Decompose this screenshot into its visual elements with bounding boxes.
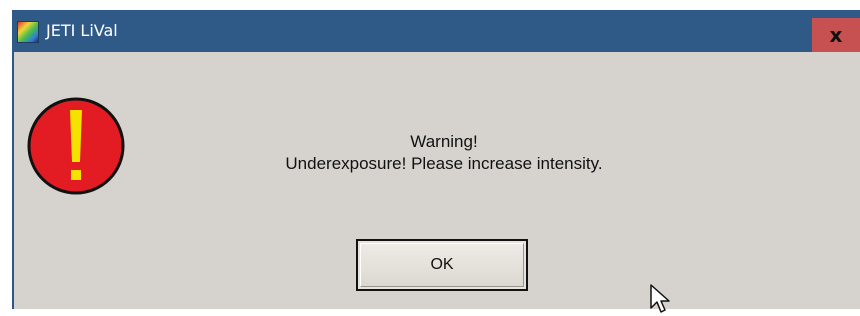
close-icon: x [829, 23, 843, 47]
mouse-cursor-icon [650, 284, 670, 313]
message-dialog-window: JETI LiVal x Warning! Underexposure! Ple… [12, 10, 860, 313]
warning-message: Warning! Underexposure! Please increase … [229, 131, 659, 175]
close-button[interactable]: x [812, 18, 860, 52]
ok-button[interactable]: OK [356, 239, 528, 291]
title-bar[interactable]: JETI LiVal x [12, 10, 860, 52]
ok-button-label: OK [430, 256, 454, 273]
message-text: Underexposure! Please increase intensity… [285, 154, 603, 173]
message-heading: Warning! [410, 132, 478, 151]
app-icon [17, 21, 39, 43]
dialog-body: Warning! Underexposure! Please increase … [14, 52, 860, 313]
window-title: JETI LiVal [46, 21, 118, 40]
warning-icon [27, 97, 125, 195]
